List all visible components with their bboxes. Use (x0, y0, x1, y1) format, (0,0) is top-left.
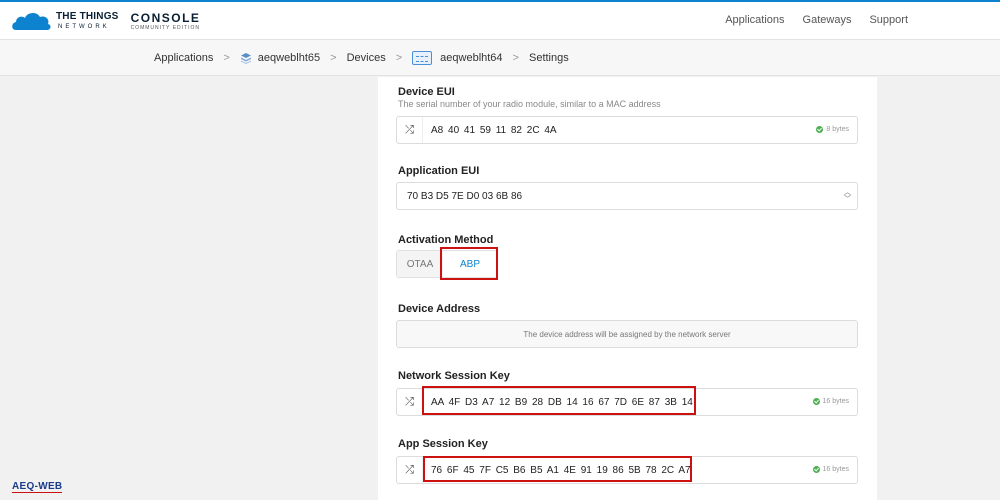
check-icon (816, 126, 824, 133)
highlight-box-app-skey (423, 456, 692, 482)
breadcrumb: Applications > aeqweblht65 > Devices > a… (154, 40, 569, 76)
shuffle-icon[interactable]: ⤮ (397, 389, 423, 415)
breadcrumb-bar: Applications > aeqweblht65 > Devices > a… (0, 40, 1000, 76)
app-eui-select[interactable]: 70 B3 D5 7E D0 03 6B 86 ︿ ﹀ (396, 182, 858, 210)
activation-method-title: Activation Method (398, 234, 494, 246)
device-eui-description: The serial number of your radio module, … (398, 99, 661, 109)
highlight-box-nwk-skey (422, 386, 696, 415)
crumb-settings: Settings (528, 52, 569, 64)
app-eui-value: 70 B3 D5 7E D0 03 6B 86 (407, 190, 523, 202)
byte-count: 16 bytes (812, 466, 849, 473)
otaa-option[interactable]: OTAA (397, 251, 443, 277)
device-eui-field[interactable]: ⤮ A8 40 41 59 11 82 2C 4A 8 bytes (396, 116, 858, 144)
device-eui-value: A8 40 41 59 11 82 2C 4A (431, 124, 557, 136)
brand-line2: NETWORK (58, 24, 110, 30)
byte-count: 8 bytes (816, 126, 849, 133)
chevron-right-icon: > (512, 52, 519, 64)
device-settings-panel: Device EUI The serial number of your rad… (378, 77, 877, 500)
chevron-right-icon: > (395, 52, 403, 64)
stack-icon (240, 53, 251, 64)
crumb-device-id: aeqweblht64 (440, 52, 503, 64)
crumb-device[interactable]: aeqweblht64 (412, 51, 503, 65)
select-arrows-icon: ︿ ﹀ (844, 189, 851, 203)
shuffle-icon[interactable]: ⤮ (397, 117, 423, 143)
check-icon (812, 466, 820, 473)
nav-support[interactable]: Support (869, 14, 908, 26)
brand-line1: THE THINGS (56, 11, 119, 22)
ttn-logo[interactable]: THE THINGS NETWORK CONSOLE COMMUNITY EDI… (10, 9, 200, 33)
shuffle-icon[interactable]: ⤮ (397, 457, 423, 483)
console-edition: COMMUNITY EDITION (130, 24, 200, 31)
nav-gateways[interactable]: Gateways (803, 14, 852, 26)
crumb-application[interactable]: aeqweblht65 (240, 52, 320, 64)
device-address-field[interactable]: The device address will be assigned by t… (396, 320, 858, 348)
app-skey-title: App Session Key (398, 438, 488, 450)
chevron-right-icon: > (330, 52, 337, 64)
nav-applications[interactable]: Applications (725, 14, 784, 26)
top-nav: Applications Gateways Support (725, 14, 908, 26)
header: THE THINGS NETWORK CONSOLE COMMUNITY EDI… (0, 2, 1000, 40)
highlight-box-abp (440, 247, 498, 280)
crumb-applications[interactable]: Applications (154, 52, 213, 64)
check-icon (812, 398, 820, 405)
byte-count: 16 bytes (812, 398, 849, 405)
nwk-skey-title: Network Session Key (398, 370, 510, 382)
crumb-devices[interactable]: Devices (347, 52, 386, 64)
app-eui-title: Application EUI (398, 165, 480, 177)
watermark: AEQ-WEB (12, 481, 63, 493)
cloud-logo-icon (12, 12, 51, 30)
crumb-app-id: aeqweblht65 (257, 52, 321, 64)
device-icon (412, 51, 433, 65)
console-title: CONSOLE (130, 10, 201, 25)
device-eui-title: Device EUI (398, 86, 455, 98)
device-address-title: Device Address (398, 303, 481, 315)
chevron-right-icon: > (223, 52, 230, 64)
